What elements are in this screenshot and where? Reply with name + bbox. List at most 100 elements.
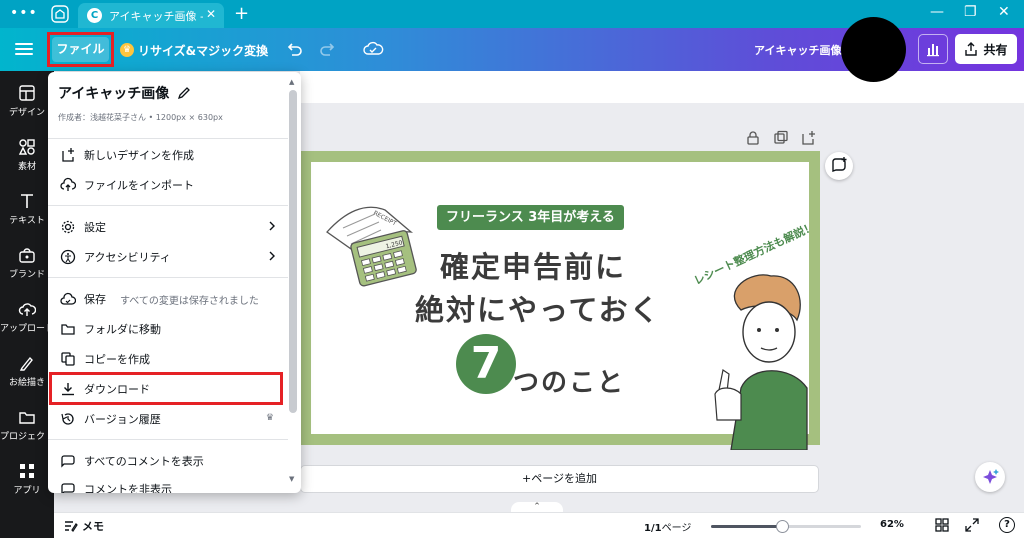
notes-icon — [65, 521, 78, 532]
tab-title: アイキャッチ画像 - 1... — [109, 10, 203, 23]
save-status-note: すべての変更は保存されました — [120, 295, 259, 307]
rail-item-projects[interactable]: プロジェクト — [0, 408, 54, 442]
canva-favicon-icon: C — [87, 8, 102, 23]
rail-item-apps[interactable]: アプリ — [0, 462, 54, 496]
rail-label: お絵描き — [8, 378, 45, 388]
menu-scroll-up-arrow[interactable]: ▲ — [289, 78, 294, 86]
menu-item-label: フォルダに移動 — [84, 323, 161, 336]
draw-icon — [19, 356, 33, 371]
rail-label: アップロード — [0, 324, 55, 334]
chevron-right-icon — [269, 221, 275, 231]
add-comment-button[interactable] — [825, 152, 853, 180]
left-side-rail: デザイン 素材 テキスト ブランド アップロード お絵描き プロジェクト アプリ — [0, 71, 54, 538]
menu-item-version-history[interactable]: バージョン履歴 ♛ — [48, 405, 288, 433]
file-menu-title-row[interactable]: アイキャッチ画像 — [58, 83, 191, 103]
menu-scroll-down-arrow[interactable]: ▼ — [289, 475, 294, 483]
menu-item-move-to-folder[interactable]: フォルダに移動 — [48, 315, 288, 343]
hamburger-menu-icon[interactable] — [15, 40, 33, 58]
minimize-button[interactable]: — — [930, 4, 944, 20]
page-count: 1/1 — [644, 523, 662, 534]
home-icon[interactable] — [50, 4, 70, 24]
page-counter[interactable]: 1/1ページ — [644, 519, 691, 534]
file-menu-label: ファイル — [52, 37, 109, 62]
context-toolbar — [300, 71, 1024, 103]
tab-close-icon[interactable]: ✕ — [206, 7, 216, 21]
resize-magic-switch-button[interactable]: ♛ リサイズ&マジック変換 — [120, 40, 268, 60]
rail-label: プロジェクト — [0, 432, 55, 442]
menu-item-hide-comments[interactable]: コメントを非表示 — [48, 475, 288, 493]
rail-item-elements[interactable]: 素材 — [0, 138, 54, 172]
layout-icon — [19, 85, 35, 101]
rail-item-text[interactable]: テキスト — [0, 192, 54, 226]
rail-item-draw[interactable]: お絵描き — [0, 354, 54, 388]
magic-assistant-button[interactable] — [975, 462, 1005, 492]
comment-plus-icon — [832, 157, 847, 172]
calculator-receipt-illustration: RECEIPT 1,250 — [326, 206, 417, 287]
undo-icon[interactable] — [284, 39, 304, 59]
add-design-icon — [62, 148, 74, 162]
redo-icon[interactable] — [318, 39, 338, 59]
person-illustration — [714, 274, 808, 450]
menu-item-make-copy[interactable]: コピーを作成 — [48, 345, 288, 373]
close-window-button[interactable]: ✕ — [998, 4, 1010, 20]
copy-icon — [61, 352, 75, 366]
add-page-button[interactable]: +ページを追加 — [300, 465, 819, 493]
menu-item-label: 設定 — [84, 221, 106, 234]
menu-item-settings[interactable]: 設定 — [48, 213, 288, 241]
rail-item-design[interactable]: デザイン — [0, 84, 54, 118]
comment-icon — [61, 455, 75, 468]
browser-menu-button[interactable]: ••• — [10, 5, 38, 21]
help-button[interactable]: ? — [999, 517, 1015, 533]
menu-item-label: 新しいデザインを作成 — [84, 149, 194, 162]
file-menu-button[interactable]: ファイル — [47, 32, 114, 67]
menu-scrollbar-thumb[interactable] — [289, 90, 297, 413]
pencil-icon[interactable] — [177, 86, 191, 100]
folder-icon — [19, 412, 35, 424]
grid-view-icon[interactable] — [934, 517, 950, 533]
design-page[interactable]: RECEIPT 1,250 フリーランス 3年目が考える 確定申告前に 絶対にや… — [300, 151, 820, 450]
upload-cloud-icon — [18, 303, 36, 316]
duplicate-page-icon[interactable] — [773, 130, 789, 146]
restore-button[interactable]: ❐ — [964, 4, 977, 20]
menu-item-label: すべてのコメントを表示 — [84, 455, 204, 468]
folder-icon — [61, 324, 75, 335]
rail-label: アプリ — [13, 486, 41, 496]
design-headline-1: 確定申告前に — [440, 250, 627, 284]
lock-icon[interactable] — [745, 130, 761, 146]
zoom-slider-handle[interactable] — [775, 520, 789, 533]
add-page-icon[interactable] — [800, 130, 816, 146]
rail-label: ブランド — [8, 270, 45, 280]
editor-footer: メモ 1/1ページ 62% ? — [54, 512, 1024, 538]
menu-item-save[interactable]: 保存 すべての変更は保存されました — [48, 285, 288, 313]
text-icon — [21, 194, 33, 208]
pro-crown-icon: ♛ — [265, 413, 274, 423]
zoom-slider-fill — [711, 525, 782, 528]
rail-item-brand[interactable]: ブランド — [0, 246, 54, 280]
page-suffix: ページ — [661, 523, 692, 534]
download-highlight-box — [49, 372, 283, 405]
document-title[interactable]: アイキャッチ画像 — [754, 42, 841, 58]
menu-item-import-file[interactable]: ファイルをインポート — [48, 171, 288, 199]
menu-item-show-comments[interactable]: すべてのコメントを表示 — [48, 447, 288, 475]
fullscreen-icon[interactable] — [964, 517, 980, 533]
cloud-saved-icon[interactable] — [362, 39, 384, 59]
menu-item-accessibility[interactable]: アクセシビリティ — [48, 243, 288, 271]
rail-item-uploads[interactable]: アップロード — [0, 300, 54, 334]
menu-item-label: バージョン履歴 — [84, 413, 161, 426]
notes-button[interactable]: メモ — [64, 518, 104, 534]
share-button[interactable]: 共有 — [955, 34, 1017, 64]
browser-tab[interactable]: C アイキャッチ画像 - 1... ✕ — [78, 3, 224, 28]
brand-icon — [19, 248, 35, 263]
insights-button[interactable] — [918, 34, 948, 64]
menu-item-create-design[interactable]: 新しいデザインを作成 — [48, 141, 288, 169]
gear-icon — [61, 220, 75, 234]
zoom-percent[interactable]: 62% — [880, 519, 904, 530]
comment-off-icon — [61, 483, 75, 493]
new-tab-button[interactable]: + — [234, 3, 249, 24]
design-headline-2: 絶対にやっておく — [415, 293, 661, 327]
cloud-check-icon — [60, 292, 76, 305]
notes-label: メモ — [82, 520, 104, 533]
zoom-slider[interactable] — [711, 520, 861, 533]
redacted-avatar — [841, 17, 906, 82]
rail-label: デザイン — [8, 108, 45, 118]
